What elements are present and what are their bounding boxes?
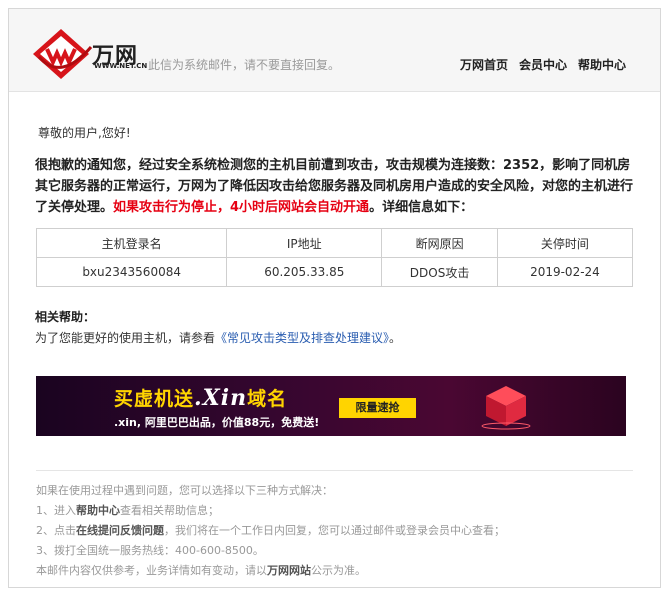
attack-notice-tail: 。详细信息如下： — [369, 200, 474, 215]
footer-feedback-link[interactable]: 在线提问反馈问题 — [76, 524, 164, 537]
table-header-row: 主机登录名 IP地址 断网原因 关停时间 — [35, 228, 634, 258]
help-suffix: 。 — [389, 331, 402, 345]
cell-ip: 60.205.33.85 — [226, 257, 383, 287]
email-footer: 如果在使用过程中遇到问题，您可以选择以下三种方式解决： 1、进入帮助中心查看相关… — [36, 470, 633, 581]
auto-restore-highlight: 如果攻击行为停止，4小时后网站会自动开通 — [113, 200, 370, 215]
header-nav: 万网首页 会员中心 帮助中心 — [460, 56, 626, 73]
banner-title-xin: .Xin — [194, 385, 248, 411]
banner-title-b: 域名 — [247, 388, 288, 410]
footer-line-5: 本邮件内容仅供参考，业务详情如有变动，请以万网网站公示为准。 — [36, 561, 633, 581]
nav-member-center-link[interactable]: 会员中心 — [519, 56, 567, 73]
col-header-time: 关停时间 — [496, 228, 634, 258]
host-info-table: 主机登录名 IP地址 断网原因 关停时间 bxu2343560084 60.20… — [35, 228, 634, 287]
limited-grab-button[interactable]: 限量速抢 — [339, 398, 416, 418]
footer-line-2-c: 查看相关帮助信息； — [120, 504, 219, 517]
col-header-reason: 断网原因 — [381, 228, 498, 258]
footer-line-1: 如果在使用过程中遇到问题，您可以选择以下三种方式解决： — [36, 484, 333, 497]
brand-url: WWW.NET.CN — [94, 62, 148, 70]
email-header: 万网 WWW.NET.CN 此信为系统邮件，请不要直接回复。 万网首页 会员中心… — [9, 9, 660, 92]
help-prefix: 为了您能更好的使用主机，请参看 — [35, 331, 216, 345]
footer-help-center-link[interactable]: 帮助中心 — [76, 504, 120, 517]
help-title: 相关帮助： — [35, 310, 96, 324]
footer-line-5-c: 公示为准。 — [311, 564, 366, 577]
nav-help-center-link[interactable]: 帮助中心 — [578, 56, 626, 73]
banner-title: 买虚机送.Xin域名 — [114, 384, 287, 411]
footer-line-3-a: 2、点击 — [36, 524, 76, 537]
attack-notice: 很抱歉的通知您，经过安全系统检测您的主机目前遭到攻击，攻击规模为连接数：2352… — [35, 155, 635, 218]
email-container: 万网 WWW.NET.CN 此信为系统邮件，请不要直接回复。 万网首页 会员中心… — [8, 8, 661, 588]
wanwang-logo-icon — [33, 29, 93, 79]
system-notice: 此信为系统邮件，请不要直接回复。 — [148, 58, 341, 72]
cell-host: bxu2343560084 — [35, 257, 228, 287]
cell-reason: DDOS攻击 — [381, 257, 498, 287]
footer-line-3: 2、点击在线提问反馈问题，我们将在一个工作日内回复，您可以通过邮件或登录会员中心… — [36, 521, 633, 541]
cell-time: 2019-02-24 — [496, 257, 634, 287]
banner-title-a: 买虚机送 — [114, 388, 195, 410]
footer-line-4: 3、拨打全国统一服务热线：400-600-8500。 — [36, 544, 264, 557]
promo-banner[interactable]: 买虚机送.Xin域名 .xin, 阿里巴巴出品，价值88元，免费送! 限量速抢 — [36, 376, 626, 436]
col-header-host: 主机登录名 — [35, 228, 228, 258]
attack-guide-link[interactable]: 《常见攻击类型及排查处理建议》 — [215, 331, 389, 345]
footer-line-3-c: ，我们将在一个工作日内回复，您可以通过邮件或登录会员中心查看； — [164, 524, 505, 537]
banner-subtitle: .xin, 阿里巴巴出品，价值88元，免费送! — [114, 416, 320, 429]
nav-home-link[interactable]: 万网首页 — [460, 56, 508, 73]
greeting: 尊敬的用户,您好! — [38, 126, 131, 140]
footer-website-link[interactable]: 万网网站 — [267, 564, 311, 577]
footer-line-2: 1、进入帮助中心查看相关帮助信息； — [36, 501, 633, 521]
col-header-ip: IP地址 — [226, 228, 383, 258]
help-line: 为了您能更好的使用主机，请参看《常见攻击类型及排查处理建议》。 — [35, 329, 634, 346]
xin-cube-icon — [481, 386, 531, 430]
email-body: 尊敬的用户,您好! 很抱歉的通知您，经过安全系统检测您的主机目前遭到攻击，攻击规… — [9, 124, 660, 581]
table-row: bxu2343560084 60.205.33.85 DDOS攻击 2019-0… — [35, 257, 634, 287]
footer-line-2-a: 1、进入 — [36, 504, 76, 517]
footer-line-5-a: 本邮件内容仅供参考，业务详情如有变动，请以 — [36, 564, 267, 577]
